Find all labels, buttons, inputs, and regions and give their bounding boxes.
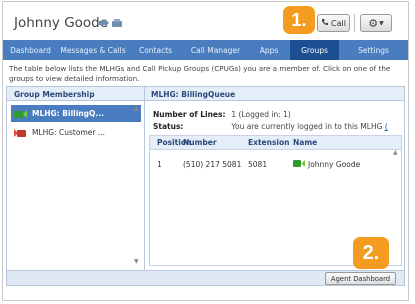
- forward-icon: [98, 13, 110, 32]
- scroll-down-icon[interactable]: ▼: [134, 258, 139, 265]
- call-button[interactable]: Call: [317, 14, 350, 32]
- table-header: Position Number Extension Name: [150, 136, 401, 150]
- row-name-cell: Johnny Goode: [293, 159, 383, 170]
- call-button-label: Call: [331, 18, 346, 28]
- column-number[interactable]: Number: [182, 138, 248, 147]
- callout-1: 1.: [283, 6, 315, 34]
- user-name: Johnny Goode: [14, 15, 109, 31]
- phone-icon: [321, 18, 329, 28]
- row-number: (510) 217 5081: [183, 160, 242, 169]
- group-list-scrollbar[interactable]: ▲ ▼: [133, 103, 142, 266]
- table-body: 1 (510) 217 5081 5081 Johnny Goode ▲: [150, 149, 401, 170]
- app-window: Johnny Goode 1. Call ⚙ ▼ Dashboard Messa…: [2, 1, 409, 301]
- main-nav: Dashboard Messages & Calls Contacts Call…: [3, 40, 408, 60]
- group-item-billingqueue[interactable]: MLHG: BillingQ...: [11, 105, 141, 122]
- group-list: MLHG: BillingQ... MLHG: Customer ...: [11, 105, 141, 143]
- tab-settings[interactable]: Settings: [339, 40, 408, 60]
- tab-groups[interactable]: Groups: [290, 40, 339, 60]
- tab-apps[interactable]: Apps: [248, 40, 290, 60]
- tab-call-manager[interactable]: Call Manager: [183, 40, 248, 60]
- status-label: Status:: [153, 122, 184, 131]
- row-position: 1: [157, 160, 162, 169]
- tab-contacts[interactable]: Contacts: [128, 40, 183, 60]
- status-value: You are currently logged in to this MLHG: [231, 122, 383, 131]
- settings-menu-button[interactable]: ⚙ ▼: [360, 14, 392, 32]
- agent-dashboard-button[interactable]: Agent Dashboard: [325, 272, 396, 285]
- table-row[interactable]: 1 (510) 217 5081 5081 Johnny Goode: [150, 159, 401, 170]
- intro-text: The table below lists the MLHGs and Call…: [9, 64, 391, 83]
- group-item-label: MLHG: Customer ...: [32, 128, 105, 137]
- status-icons: [98, 13, 123, 32]
- tab-messages-calls[interactable]: Messages & Calls: [58, 40, 128, 60]
- group-item-customer[interactable]: MLHG: Customer ...: [11, 124, 141, 141]
- row-extension: 5081: [248, 160, 268, 169]
- column-extension[interactable]: Extension: [248, 138, 293, 147]
- group-detail-title: MLHG: BillingQueue: [145, 87, 404, 101]
- column-position[interactable]: Position: [150, 138, 191, 147]
- header: Johnny Goode 1. Call ⚙ ▼: [3, 2, 408, 40]
- column-name[interactable]: Name: [293, 138, 383, 147]
- scroll-up-icon[interactable]: ▲: [134, 105, 139, 112]
- groups-panel: Group Membership MLHG: BillingQueue MLHG…: [6, 86, 405, 286]
- gear-icon: ⚙: [368, 16, 379, 30]
- header-divider: [354, 14, 355, 32]
- phone-out-icon: [14, 128, 28, 138]
- logged-in-icon: [293, 159, 306, 170]
- table-scroll-up-icon[interactable]: ▲: [393, 149, 398, 156]
- group-membership-title: Group Membership: [7, 87, 144, 101]
- callout-2: 2.: [353, 237, 389, 269]
- voicemail-icon: [111, 13, 123, 32]
- lines-value: 1 (Logged in: 1): [231, 110, 291, 119]
- phone-in-icon: [14, 109, 28, 119]
- tab-dashboard[interactable]: Dashboard: [3, 40, 58, 60]
- chevron-down-icon: ▼: [379, 19, 384, 27]
- lines-label: Number of Lines:: [153, 110, 226, 119]
- panel-divider: [144, 87, 145, 270]
- group-item-label: MLHG: BillingQ...: [32, 109, 104, 118]
- row-name: Johnny Goode: [308, 160, 361, 169]
